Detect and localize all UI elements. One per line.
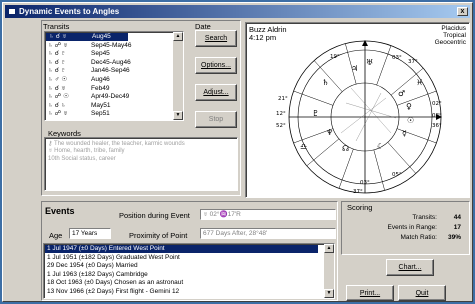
events-in-range-label: Events in Range: — [387, 224, 437, 231]
svg-text:37°: 37° — [353, 189, 363, 195]
event-row[interactable]: 18 Oct 1963 (±0 Days) Chosen as an astro… — [47, 279, 183, 287]
events-label: Events — [45, 206, 75, 216]
position-label: Position during Event — [119, 211, 190, 220]
position-field: ♅ 02°♒17'R — [200, 209, 336, 220]
transit-glyphs: ♄ ☍ ♅ — [48, 110, 68, 118]
scroll-up-icon[interactable]: ▲ — [173, 32, 183, 41]
chart-button[interactable]: Chart... — [386, 259, 434, 276]
options-button[interactable]: Options... — [195, 57, 237, 74]
svg-text:♀: ♀ — [406, 102, 412, 111]
keywords-box: ⚷ The wounded healer, the teacher, karmi… — [44, 137, 238, 191]
app-icon — [8, 8, 16, 15]
svg-text:03°: 03° — [392, 55, 402, 61]
transit-date: May51 — [91, 101, 111, 109]
stop-button: Stop — [195, 111, 237, 128]
transit-glyphs: ♄ ☍ ☉ — [48, 93, 69, 101]
svg-text:☾: ☾ — [377, 142, 384, 151]
transit-glyphs: ♄ ☌ ♄ — [48, 101, 66, 109]
event-row[interactable]: 29 Dec 1954 (±0 Days) Married — [47, 262, 138, 270]
chart-panel: Buzz Aldrin 4:12 pm Placidus Tropical Ge… — [245, 22, 470, 198]
match-ratio-label: Match Ratio: — [400, 234, 438, 241]
transits-list[interactable]: ♄ ☌ ♅ Aug45 ♄ ☍ ♅ Sep45-May46 ♄ ☌ ♇ Sep45 ♄ ☌ … — [44, 31, 184, 121]
keyword-line-3: 10th Social status, career — [48, 156, 116, 162]
transit-date: Sep45-May46 — [91, 41, 132, 49]
svg-text:♎: ♎ — [300, 142, 307, 151]
transit-glyphs: ♄ ☌ ♇ — [48, 50, 66, 58]
transits-header: Transits — [43, 22, 70, 31]
svg-text:19°: 19° — [330, 54, 340, 60]
scroll-down-icon[interactable]: ▼ — [173, 111, 183, 120]
svg-text:♓: ♓ — [416, 78, 423, 87]
transit-glyphs: ♄ ☌ ♅ — [49, 33, 67, 40]
events-list[interactable]: 1 Jul 1947 (±0 Days) Entered West Point 1… — [43, 243, 335, 299]
svg-text:37°: 37° — [408, 59, 418, 65]
svg-text:☉: ☉ — [407, 116, 414, 125]
svg-text:08°: 08° — [432, 113, 442, 119]
svg-text:52°: 52° — [276, 123, 286, 129]
svg-text:♅: ♅ — [366, 58, 373, 67]
svg-text:♆: ♆ — [326, 128, 333, 137]
transit-date: Sep51 — [91, 110, 110, 118]
events-in-range: 17 — [453, 224, 461, 231]
age-field: 17 Years — [69, 228, 111, 239]
transits-scrollbar[interactable]: ▲ ▼ — [173, 32, 183, 120]
event-row[interactable]: 1 Jul 1951 (±182 Days) Graduated West Po… — [47, 254, 180, 262]
search-button[interactable]: Search — [195, 30, 237, 47]
svg-text:36°: 36° — [432, 123, 442, 129]
events-scroll-up-icon[interactable]: ▲ — [324, 244, 334, 253]
window-title: Dynamic Events to Angles — [19, 7, 120, 16]
transit-glyphs: ♄ ☍ ♅ — [48, 41, 68, 49]
transits-count: 44 — [453, 214, 461, 221]
transit-date: Dec45-Aug46 — [91, 58, 131, 66]
svg-text:12°: 12° — [276, 111, 286, 117]
events-scrollbar[interactable]: ▲ ▼ — [324, 244, 334, 298]
svg-text:03°: 03° — [360, 180, 370, 186]
transit-glyphs: ♄ ♂ ☉ — [48, 76, 68, 83]
transit-row[interactable]: ♄ ☌ ♅ Aug45 — [46, 33, 128, 41]
print-button[interactable]: Print... — [346, 285, 394, 301]
age-label: Age — [49, 231, 63, 240]
transit-date: Apr49-Dec49 — [91, 93, 130, 101]
transit-date: Feb49 — [91, 84, 110, 92]
chart-wheel: ♃ ♅ ♄ ♇ ♆ ☊ ☾ ♂ ♀ ☉ ☿ ♎ ♓ 19° 03° 37° 21… — [276, 40, 442, 195]
proximity-field: 677 Days After, 28°48' — [200, 228, 336, 239]
dialog-window: Dynamic Events to Angles x Transits Date… — [2, 2, 473, 302]
transit-date: Aug45 — [92, 33, 111, 40]
keyword-line-2: ♅ Home, hearth, tribe, family — [48, 148, 125, 154]
event-row[interactable]: 13 Nov 1966 (±2 Days) First flight - Gem… — [47, 288, 179, 296]
event-row[interactable]: 1 Jul 1947 (±0 Days) Entered West Point — [45, 245, 318, 253]
transit-glyphs: ♄ ☌ ♅ — [48, 84, 66, 92]
svg-text:♂: ♂ — [398, 89, 405, 98]
title-bar: Dynamic Events to Angles x — [5, 5, 470, 18]
proximity-label: Proximity of Point — [129, 231, 188, 240]
transit-date: Sep45 — [91, 50, 110, 58]
transit-glyphs: ♄ ☌ ♇ — [48, 58, 66, 66]
svg-text:21°: 21° — [278, 96, 288, 102]
svg-text:♄: ♄ — [322, 78, 329, 87]
adjust-button[interactable]: Adjust... — [195, 84, 237, 101]
svg-text:05°: 05° — [392, 172, 402, 178]
quit-button[interactable]: Quit — [398, 285, 446, 301]
scoring-label: Scoring — [347, 203, 373, 212]
svg-text:02°: 02° — [432, 101, 442, 107]
keyword-line-1: ⚷ The wounded healer, the teacher, karmi… — [48, 141, 185, 147]
match-ratio: 39% — [447, 234, 461, 241]
close-button[interactable]: x — [457, 7, 468, 16]
event-row[interactable]: 1 Jul 1963 (±182 Days) Cambridge — [47, 271, 148, 279]
events-scroll-down-icon[interactable]: ▼ — [324, 289, 334, 298]
transit-glyphs: ♄ ☌ ♇ — [48, 67, 66, 75]
transit-date: Jan46-Sep46 — [91, 67, 130, 75]
transits-count-label: Transits: — [412, 214, 437, 221]
transit-date: Aug46 — [91, 76, 110, 83]
svg-text:♃: ♃ — [351, 64, 358, 73]
svg-text:☊: ☊ — [342, 144, 349, 153]
svg-text:☿: ☿ — [402, 129, 407, 138]
svg-text:♇: ♇ — [312, 109, 319, 118]
